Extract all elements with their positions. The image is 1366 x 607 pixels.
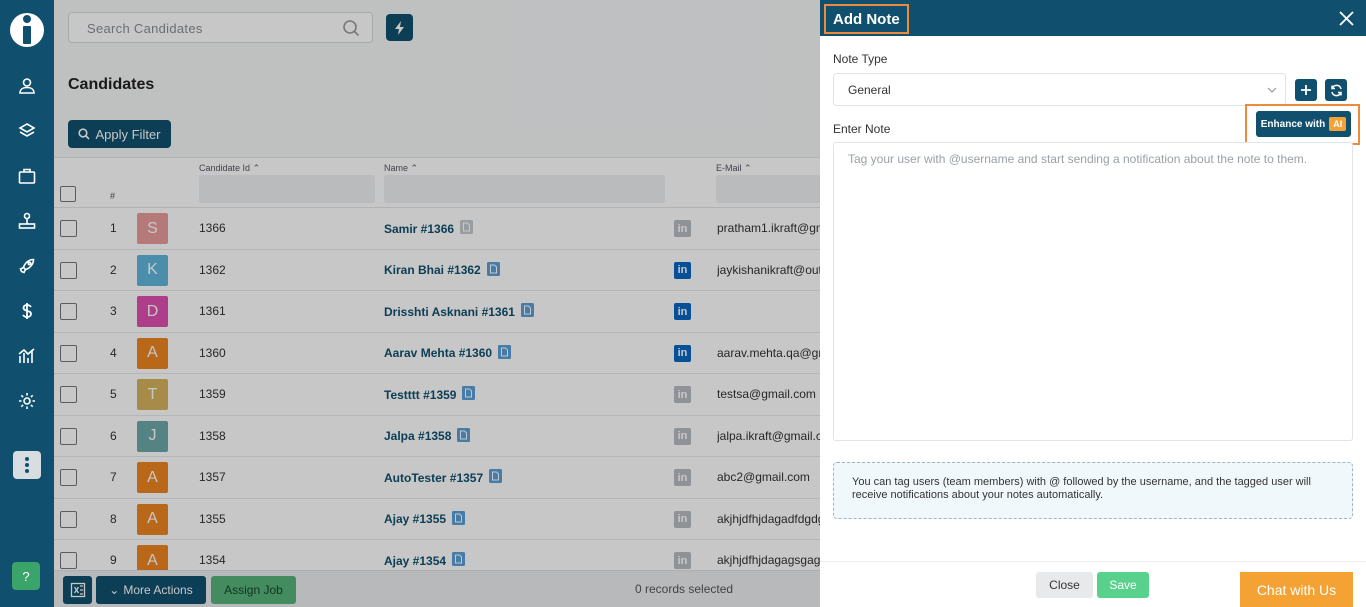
tagging-info-box: You can tag users (team members) with @ … [833,462,1353,519]
panel-header: Add Note [820,0,1366,36]
ai-badge: AI [1329,117,1347,131]
note-placeholder: Tag your user with @username and start s… [848,152,1308,166]
note-type-label: Note Type [833,52,888,66]
add-note-type-button[interactable] [1295,79,1317,101]
panel-footer: Close Save Chat with Us [820,561,1366,607]
panel-title: Add Note [824,4,909,34]
note-type-value: General [848,83,891,97]
chat-with-us-button[interactable]: Chat with Us [1240,572,1353,607]
refresh-button[interactable] [1325,79,1347,101]
add-note-panel: Add Note Note Type General Enter Note En… [820,0,1366,607]
layers-icon[interactable] [15,119,39,143]
app-logo[interactable] [9,8,45,48]
dollar-icon[interactable] [15,299,39,323]
modal-backdrop[interactable] [54,0,874,607]
close-button[interactable]: Close [1036,572,1093,598]
sidebar: ? [0,0,54,607]
plus-icon [1301,85,1311,95]
chevron-down-icon [1267,87,1277,93]
note-textarea[interactable]: Tag your user with @username and start s… [833,142,1353,441]
refresh-icon [1330,84,1342,96]
enter-note-label: Enter Note [833,122,891,136]
org-chart-icon[interactable] [15,209,39,233]
save-button[interactable]: Save [1097,572,1149,598]
rocket-icon[interactable] [15,254,39,278]
enhance-highlight: Enhance with AI [1245,104,1360,145]
enhance-with-ai-button[interactable]: Enhance with AI [1256,111,1351,137]
gear-icon[interactable] [15,389,39,413]
briefcase-icon[interactable] [15,164,39,188]
help-button[interactable]: ? [12,562,40,590]
analytics-icon[interactable] [15,344,39,368]
more-menu-icon[interactable] [13,451,41,479]
note-type-select[interactable]: General [833,73,1286,106]
user-icon[interactable] [15,74,39,98]
close-icon[interactable] [1339,11,1354,26]
